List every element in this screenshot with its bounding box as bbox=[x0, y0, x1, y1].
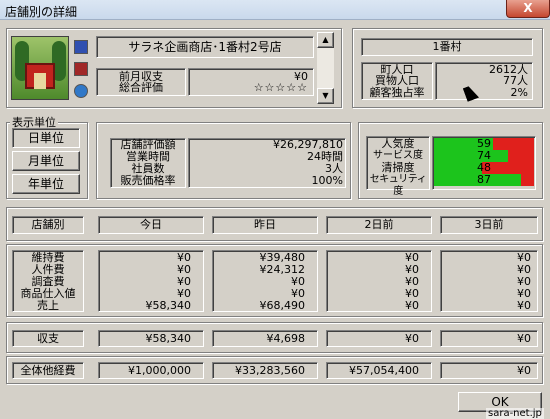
table-cell: ¥0 bbox=[517, 299, 531, 312]
year-unit-button[interactable]: 年単位 bbox=[12, 174, 80, 194]
rating-stars: ☆☆☆☆☆ bbox=[253, 81, 308, 94]
store-name: サラネ企画商店･1番村2号店 bbox=[128, 40, 282, 54]
balance-2days: ¥0 bbox=[326, 330, 432, 347]
detail-values-box: ¥26,297,810 24時間 3人 100% bbox=[188, 138, 346, 188]
header-label: 3日前 bbox=[474, 218, 504, 231]
three-days-ago-column: ¥0 ¥0 ¥0 ¥0 ¥0 bbox=[440, 250, 538, 312]
balance-today: ¥58,340 bbox=[98, 330, 204, 347]
scrollbar[interactable]: ▲ ▼ bbox=[317, 32, 334, 104]
table-cell: ¥58,340 bbox=[145, 332, 192, 345]
total-3days: ¥0 bbox=[440, 362, 538, 379]
month-unit-label: 月単位 bbox=[27, 154, 64, 168]
store-detail-window: 店舗別の詳細 X サラネ企画商店･1番村2号店 前月収支 総合評価 ¥0 ☆☆☆… bbox=[0, 0, 550, 419]
table-cell: ¥57,054,400 bbox=[349, 364, 419, 377]
header-label: 店舗別 bbox=[31, 218, 65, 231]
balance-label: 収支 bbox=[37, 332, 59, 345]
header-label: 今日 bbox=[140, 218, 162, 231]
customer-share-label: 顧客独占率 bbox=[369, 86, 425, 99]
table-header-store: 店舗別 bbox=[12, 216, 84, 234]
balance-yesterday: ¥4,698 bbox=[212, 330, 318, 347]
title-bar: 店舗別の詳細 X bbox=[0, 0, 550, 20]
sales-label: 売上 bbox=[37, 299, 59, 312]
cleanliness-label: 清掃度 bbox=[381, 161, 415, 174]
month-unit-button[interactable]: 月単位 bbox=[12, 151, 80, 171]
scroll-up-button[interactable]: ▲ bbox=[317, 32, 334, 48]
table-header-today: 今日 bbox=[98, 216, 204, 234]
header-label: 2日前 bbox=[364, 218, 394, 231]
chevron-down-icon: ▼ bbox=[322, 91, 329, 100]
meter-labels-box: 人気度 サービス度 清掃度 セキュリティ度 bbox=[366, 136, 430, 197]
today-column: ¥0 ¥0 ¥0 ¥0 ¥58,340 bbox=[98, 250, 204, 312]
security-label: セキュリティ度 bbox=[369, 174, 427, 197]
total-yesterday: ¥33,283,560 bbox=[212, 362, 318, 379]
scroll-down-button[interactable]: ▼ bbox=[317, 88, 334, 104]
detail-labels-box: 店舗評価額 営業時間 社員数 販売価格率 bbox=[110, 138, 186, 188]
popularity-label: 人気度 bbox=[381, 137, 415, 150]
area-name-field: 1番村 bbox=[361, 38, 533, 56]
price-rate-label: 販売価格率 bbox=[120, 174, 176, 187]
table-cell: ¥68,490 bbox=[259, 299, 306, 312]
price-rate-value: 100% bbox=[311, 174, 343, 187]
day-unit-button[interactable]: 日単位 bbox=[12, 128, 80, 148]
row-labels-box: 維持費 人件費 調査費 商品仕入値 売上 bbox=[12, 250, 84, 312]
total-label-box: 全体他経費 bbox=[12, 362, 84, 379]
globe-icon[interactable] bbox=[74, 84, 88, 98]
day-unit-label: 日単位 bbox=[27, 131, 64, 145]
total-label: 全体他経費 bbox=[20, 364, 76, 377]
two-days-ago-column: ¥0 ¥0 ¥0 ¥0 ¥0 bbox=[326, 250, 432, 312]
flag-icon[interactable] bbox=[74, 40, 88, 54]
watermark: sara-net.jp bbox=[486, 408, 544, 419]
total-2days: ¥57,054,400 bbox=[326, 362, 432, 379]
table-header-2days: 2日前 bbox=[326, 216, 432, 234]
area-values-box: 2612人 77人 2% bbox=[435, 62, 533, 100]
area-labels-box: 町人口 買物人口 顧客独占率 bbox=[361, 62, 433, 100]
table-cell: ¥0 bbox=[405, 299, 419, 312]
balance-3days: ¥0 bbox=[440, 330, 538, 347]
overall-rating-label: 総合評価 bbox=[119, 81, 163, 94]
meter-bars-box: 59 74 48 87 bbox=[432, 136, 536, 190]
total-today: ¥1,000,000 bbox=[98, 362, 204, 379]
table-header-yesterday: 昨日 bbox=[212, 216, 318, 234]
table-cell: ¥0 bbox=[517, 364, 531, 377]
security-meter: 87 bbox=[434, 174, 534, 186]
balance-label-box: 収支 bbox=[12, 330, 84, 347]
ok-label: OK bbox=[491, 395, 509, 409]
header-label: 昨日 bbox=[254, 218, 276, 231]
table-cell: ¥0 bbox=[405, 332, 419, 345]
table-header-3days: 3日前 bbox=[440, 216, 538, 234]
store-name-field: サラネ企画商店･1番村2号店 bbox=[96, 36, 314, 58]
store-thumbnail bbox=[11, 36, 69, 100]
building-icon[interactable] bbox=[74, 62, 88, 76]
store-values-box: ¥0 ☆☆☆☆☆ bbox=[188, 68, 314, 96]
table-cell: ¥1,000,000 bbox=[128, 364, 191, 377]
table-cell: ¥33,283,560 bbox=[235, 364, 305, 377]
chevron-up-icon: ▲ bbox=[322, 35, 329, 44]
area-name: 1番村 bbox=[432, 40, 462, 53]
table-cell: ¥4,698 bbox=[266, 332, 306, 345]
yesterday-column: ¥39,480 ¥24,312 ¥0 ¥0 ¥68,490 bbox=[212, 250, 318, 312]
window-title: 店舗別の詳細 bbox=[5, 5, 78, 19]
customer-share-value: 2% bbox=[510, 86, 528, 99]
year-unit-label: 年単位 bbox=[27, 177, 64, 191]
table-cell: ¥0 bbox=[517, 332, 531, 345]
close-button[interactable]: X bbox=[506, 0, 550, 18]
security-value: 87 bbox=[477, 173, 491, 186]
store-labels-box: 前月収支 総合評価 bbox=[96, 68, 186, 96]
table-cell: ¥58,340 bbox=[145, 299, 192, 312]
